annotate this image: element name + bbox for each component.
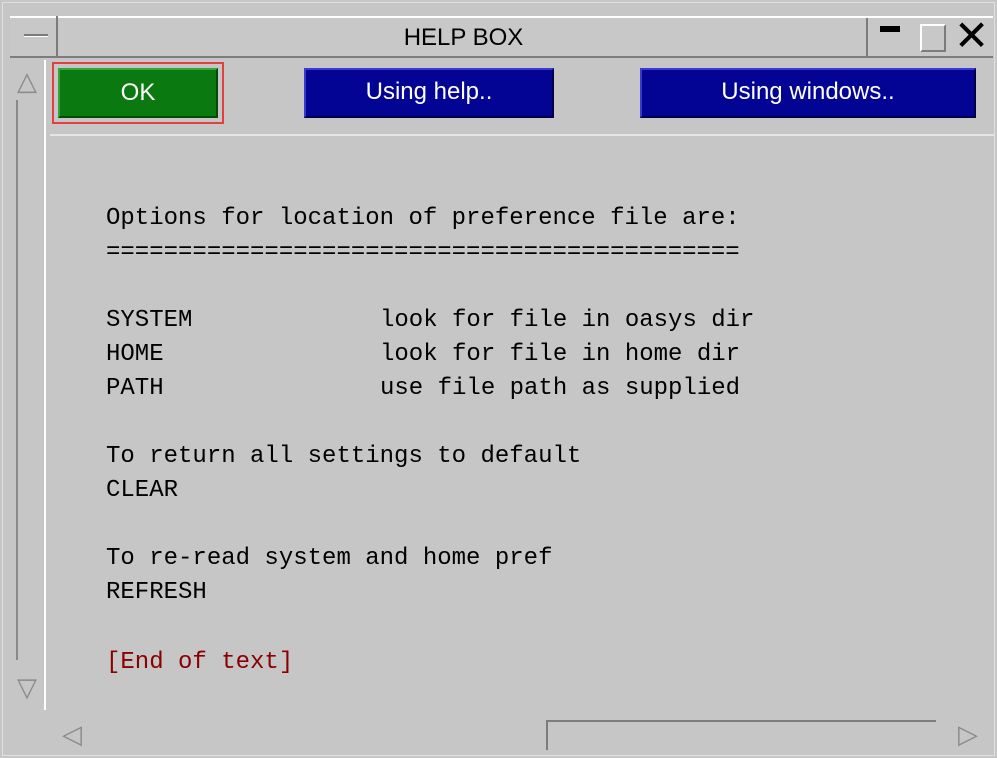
scroll-down-icon[interactable]: ▽ (12, 668, 42, 708)
option-key: HOME (106, 341, 164, 368)
ok-button[interactable]: OK (52, 62, 224, 124)
option-desc: look for file in home dir (380, 341, 741, 368)
window-title: HELP BOX (403, 24, 524, 51)
maximize-button[interactable] (910, 18, 952, 58)
close-icon: ✕ (954, 11, 990, 60)
maximize-icon (920, 24, 946, 52)
reread-command: REFRESH (106, 579, 207, 606)
vertical-scrollbar[interactable]: △ ▽ (10, 60, 46, 710)
option-desc: use file path as supplied (380, 375, 741, 402)
help-text-area: Options for location of preference file … (50, 136, 994, 714)
using-windows-button[interactable]: Using windows.. (640, 68, 976, 118)
minimize-button[interactable] (866, 18, 910, 58)
horizontal-scrollbar[interactable]: ◁ ▷ (46, 716, 994, 754)
close-button[interactable]: ✕ (952, 14, 992, 58)
option-key: SYSTEM (106, 307, 193, 334)
ok-button-label: OK (58, 68, 218, 118)
scroll-thumb[interactable] (546, 720, 936, 750)
option-key: PATH (106, 375, 164, 402)
dash-icon (24, 34, 48, 36)
reset-description: To return all settings to default (106, 443, 582, 470)
minimize-icon (880, 26, 900, 32)
scroll-right-icon[interactable]: ▷ (948, 716, 988, 754)
help-heading-underline: ========================================… (106, 239, 740, 266)
option-desc: look for file in oasys dir (380, 307, 755, 334)
scroll-up-icon[interactable]: △ (12, 62, 42, 102)
using-help-button[interactable]: Using help.. (304, 68, 554, 118)
reset-command: CLEAR (106, 477, 179, 504)
scroll-left-icon[interactable]: ◁ (52, 716, 92, 754)
help-heading: Options for location of preference file … (106, 205, 740, 232)
scroll-track[interactable] (16, 100, 18, 660)
window-menu-button[interactable] (14, 16, 58, 56)
end-of-text-marker: [End of text] (106, 649, 294, 676)
reread-description: To re-read system and home pref (106, 545, 553, 572)
